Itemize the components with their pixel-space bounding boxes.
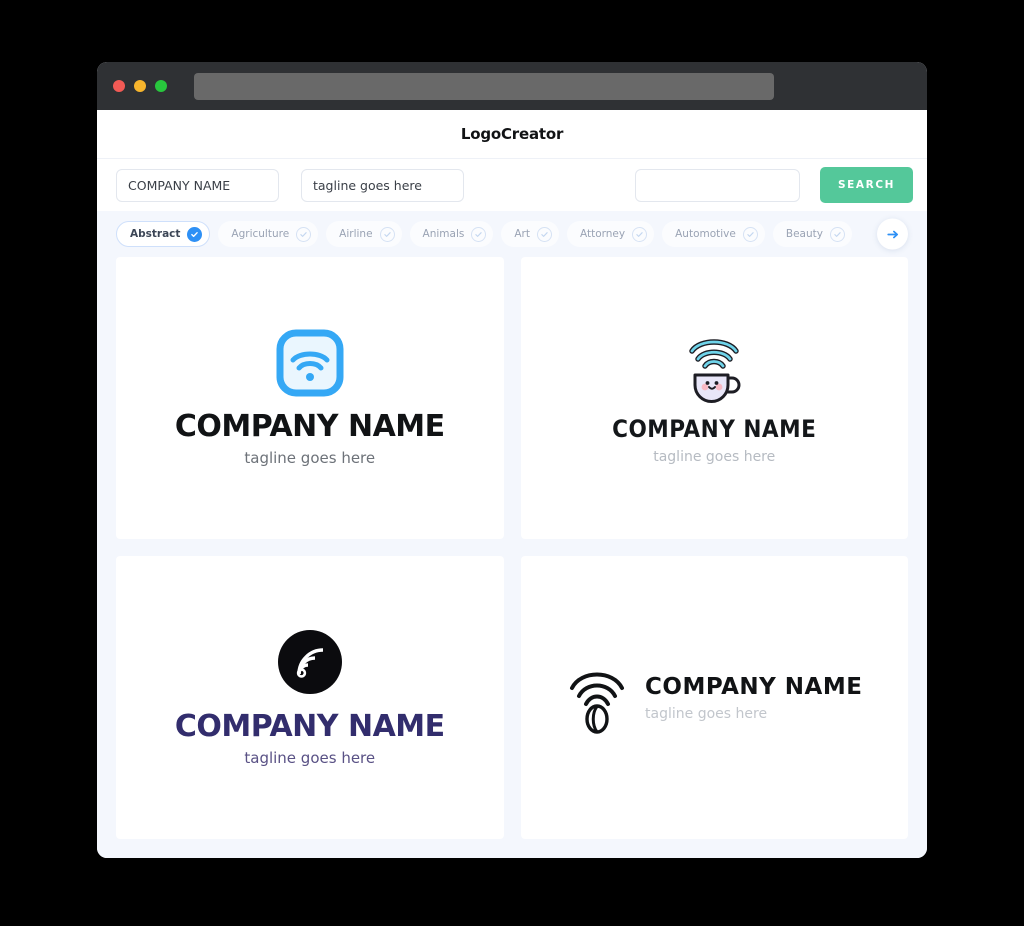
tagline-input[interactable]: tagline goes here xyxy=(301,168,464,202)
check-circle-icon xyxy=(829,226,845,242)
check-circle-icon xyxy=(536,226,552,242)
logo-preview: COMPANY NAME tagline goes here xyxy=(612,331,816,465)
check-circle-icon xyxy=(742,226,758,242)
check-circle-icon xyxy=(296,226,312,242)
category-chip-attorney[interactable]: Attorney xyxy=(566,221,655,247)
check-circle-icon xyxy=(632,226,648,242)
category-chip-label: Airline xyxy=(339,228,373,240)
check-circle-icon xyxy=(471,226,487,242)
category-chip-animals[interactable]: Animals xyxy=(409,221,494,247)
wifi-rounded-square-icon xyxy=(276,329,344,397)
arrow-right-icon xyxy=(886,230,898,238)
category-chip-label: Art xyxy=(514,228,530,240)
search-button[interactable]: SEARCH xyxy=(820,167,913,203)
next-categories-button[interactable] xyxy=(877,218,908,250)
logo-card[interactable]: COMPANY NAME tagline goes here xyxy=(116,257,504,539)
wifi-coffee-bean-outline-icon xyxy=(570,672,625,734)
category-chip-abstract[interactable]: Abstract xyxy=(116,221,211,247)
logo-preview: COMPANY NAME tagline goes here xyxy=(175,628,445,767)
company-name-input[interactable]: COMPANY NAME xyxy=(116,168,279,202)
maximize-window-button[interactable] xyxy=(155,80,167,92)
check-circle-icon xyxy=(187,226,203,242)
app-header: LogoCreator xyxy=(97,110,927,159)
category-chip-beauty[interactable]: Beauty xyxy=(772,221,852,247)
logo-company-name: COMPANY NAME xyxy=(612,415,817,443)
browser-window: LogoCreator COMPANY NAME tagline goes he… xyxy=(97,62,927,858)
category-chip-label: Agriculture xyxy=(231,228,290,240)
logo-tagline: tagline goes here xyxy=(244,749,376,767)
category-filter-bar: Abstract Agriculture Airline Animals Art… xyxy=(97,211,927,257)
logo-tagline: tagline goes here xyxy=(645,705,768,722)
minimize-window-button[interactable] xyxy=(134,80,146,92)
logo-card[interactable]: COMPANY NAME tagline goes here xyxy=(116,556,504,839)
logo-preview: COMPANY NAME tagline goes here xyxy=(566,661,862,735)
category-chip-label: Animals xyxy=(422,228,465,240)
logo-company-name: COMPANY NAME xyxy=(645,673,863,700)
logo-company-name: COMPANY NAME xyxy=(174,709,445,744)
logo-tagline: tagline goes here xyxy=(244,449,376,467)
logo-card[interactable]: COMPANY NAME tagline goes here xyxy=(520,556,908,839)
category-chip-airline[interactable]: Airline xyxy=(326,221,402,247)
url-bar[interactable] xyxy=(194,72,774,100)
keyword-input[interactable] xyxy=(635,168,800,202)
category-chip-label: Automotive xyxy=(675,228,736,240)
window-controls xyxy=(113,80,167,92)
category-chip-automotive[interactable]: Automotive xyxy=(662,221,765,247)
browser-titlebar xyxy=(97,62,927,110)
logo-text-block: COMPANY NAME tagline goes here xyxy=(645,674,862,722)
logo-company-name: COMPANY NAME xyxy=(174,409,445,444)
wifi-coffee-cup-kawaii-icon xyxy=(689,339,741,403)
category-chip-label: Beauty xyxy=(785,228,823,240)
screen: LogoCreator COMPANY NAME tagline goes he… xyxy=(0,0,1024,926)
close-window-button[interactable] xyxy=(113,80,125,92)
category-chip-label: Abstract xyxy=(130,228,181,240)
wifi-circle-badge-icon xyxy=(277,630,342,694)
search-toolbar: COMPANY NAME tagline goes here SEARCH xyxy=(97,159,927,211)
category-chip-label: Attorney xyxy=(579,228,626,240)
category-chip-art[interactable]: Art xyxy=(501,221,559,247)
logo-preview: COMPANY NAME tagline goes here xyxy=(175,329,445,467)
logo-card[interactable]: COMPANY NAME tagline goes here xyxy=(520,257,908,539)
check-circle-icon xyxy=(379,226,395,242)
logo-tagline: tagline goes here xyxy=(653,449,776,465)
logo-results-grid: COMPANY NAME tagline goes here COMPANY N… xyxy=(97,257,927,858)
page-title: LogoCreator xyxy=(460,125,564,143)
category-chip-agriculture[interactable]: Agriculture xyxy=(218,221,319,247)
